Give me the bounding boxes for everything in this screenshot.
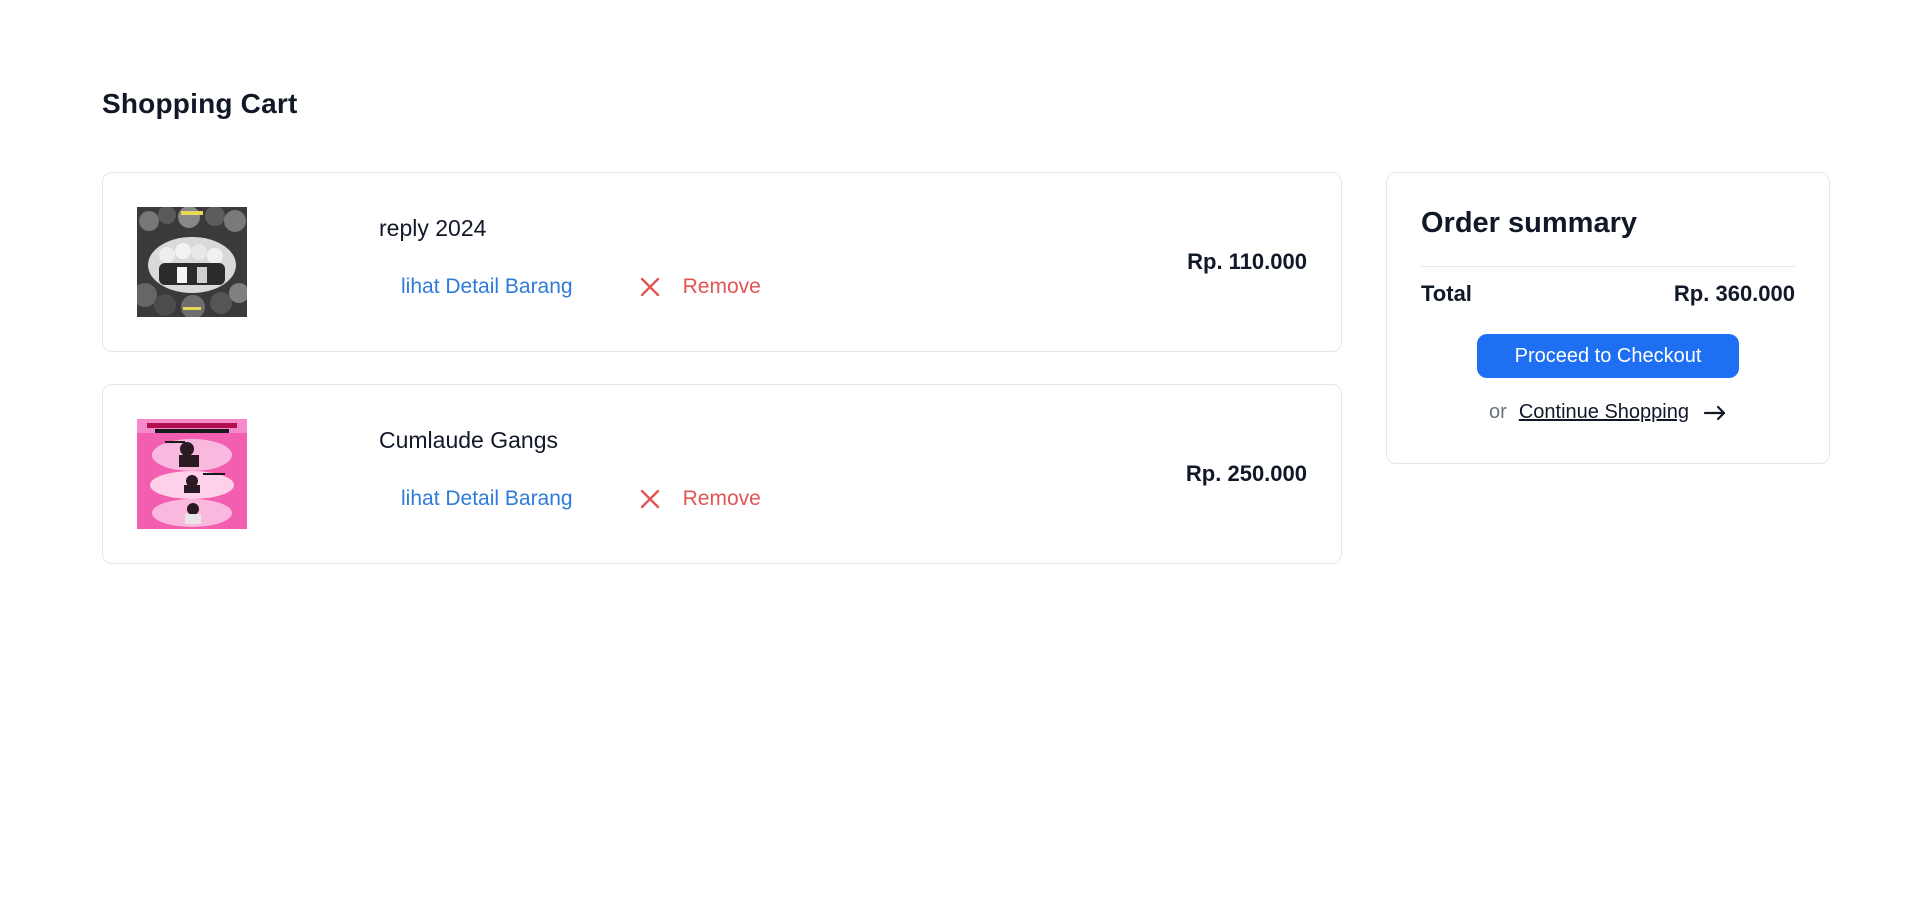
product-thumbnail[interactable] <box>137 419 247 529</box>
remove-label: Remove <box>682 275 761 298</box>
product-name: reply 2024 <box>379 215 487 241</box>
cart-item: Cumlaude Gangs lihat Detail Barang Remov… <box>102 384 1342 564</box>
item-price: Rp. 110.000 <box>1187 249 1307 274</box>
cart-item: reply 2024 lihat Detail Barang Remove Rp… <box>102 172 1342 352</box>
total-value: Rp. 360.000 <box>1673 281 1795 306</box>
remove-label: Remove <box>682 487 761 510</box>
or-text: or <box>1489 401 1507 423</box>
view-detail-link[interactable]: lihat Detail Barang <box>401 487 573 511</box>
item-actions: lihat Detail Barang Remove <box>401 275 761 299</box>
shopping-cart-page: Shopping Cart reply 2024 lihat Detail Ba… <box>0 0 1920 912</box>
group-photo-thumbnail-icon <box>137 207 247 317</box>
page-title: Shopping Cart <box>102 88 298 119</box>
cart-items-list: reply 2024 lihat Detail Barang Remove Rp… <box>102 172 1342 596</box>
close-icon <box>640 489 659 509</box>
arrow-right-icon[interactable] <box>1703 405 1727 421</box>
item-price: Rp. 250.000 <box>1185 461 1307 486</box>
remove-button[interactable]: Remove <box>639 275 761 299</box>
proceed-to-checkout-button[interactable]: Proceed to Checkout <box>1477 334 1739 378</box>
continue-shopping-row: or Continue Shopping <box>1387 401 1829 424</box>
total-label: Total <box>1421 281 1472 306</box>
continue-shopping-link[interactable]: Continue Shopping <box>1519 401 1689 424</box>
total-row: Total Rp. 360.000 <box>1421 281 1795 307</box>
summary-divider <box>1421 266 1795 267</box>
close-icon <box>640 277 659 297</box>
pink-poster-thumbnail-icon <box>137 419 247 529</box>
view-detail-link[interactable]: lihat Detail Barang <box>401 275 573 299</box>
product-name: Cumlaude Gangs <box>379 427 558 453</box>
product-thumbnail[interactable] <box>137 207 247 317</box>
order-summary-panel: Order summary Total Rp. 360.000 Proceed … <box>1386 172 1830 464</box>
order-summary-title: Order summary <box>1421 207 1637 239</box>
item-actions: lihat Detail Barang Remove <box>401 487 761 511</box>
remove-button[interactable]: Remove <box>639 487 761 511</box>
